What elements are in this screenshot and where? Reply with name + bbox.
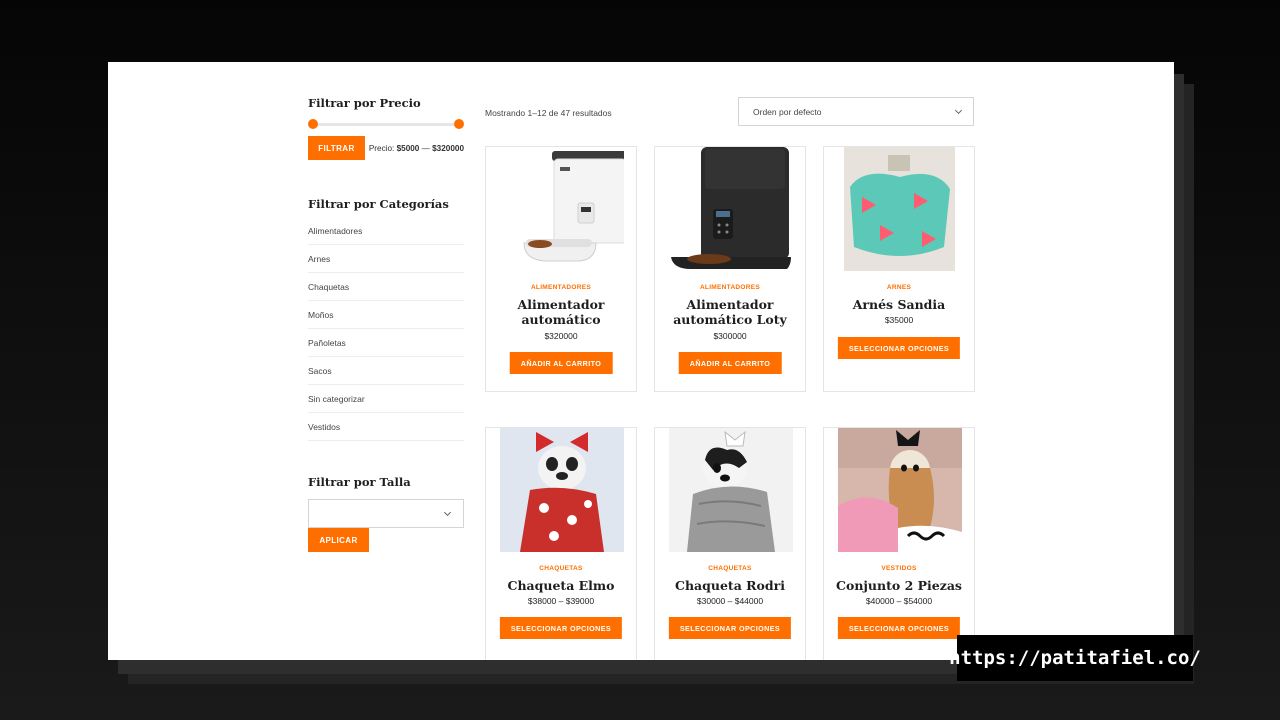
add-to-cart-button[interactable]: AÑADIR AL CARRITO	[678, 352, 782, 374]
browser-viewport: Filtrar por Precio FILTRAR Precio: $5000…	[108, 62, 1174, 660]
price-max: $320000	[432, 143, 464, 153]
product-price: $35000	[884, 315, 914, 325]
product-image[interactable]	[500, 147, 624, 271]
product-name[interactable]: Alimentador automático	[492, 297, 630, 327]
category-item[interactable]: Chaquetas	[308, 273, 464, 301]
product-category[interactable]: CHAQUETAS	[486, 565, 636, 572]
product-image[interactable]	[838, 428, 962, 552]
add-to-cart-button[interactable]: AÑADIR AL CARRITO	[509, 352, 613, 374]
slider-range	[312, 123, 460, 126]
size-filter-title: Filtrar por Talla	[308, 475, 411, 489]
product-card[interactable]: ALIMENTADORES Alimentador automático Lot…	[654, 146, 806, 392]
product-category[interactable]: ALIMENTADORES	[486, 284, 636, 291]
product-image[interactable]	[669, 428, 793, 552]
product-card[interactable]: CHAQUETAS Chaqueta Elmo $38000 – $39000 …	[485, 427, 637, 660]
category-item[interactable]: Sacos	[308, 357, 464, 385]
results-count: Mostrando 1–12 de 47 resultados	[485, 108, 612, 118]
dog-pink-dress-image	[838, 428, 962, 552]
product-name[interactable]: Alimentador automático Loty	[661, 297, 799, 327]
white-feeder-image	[523, 151, 624, 262]
slider-handle-max[interactable]	[454, 119, 464, 129]
orderby-select[interactable]: Orden por defecto	[738, 97, 974, 126]
product-image[interactable]	[669, 147, 793, 271]
black-feeder-image	[671, 147, 791, 269]
product-name[interactable]: Conjunto 2 Piezas	[830, 578, 968, 593]
category-item[interactable]: Pañoletas	[308, 329, 464, 357]
product-card[interactable]: ALIMENTADORES Alimentador automático $32…	[485, 146, 637, 392]
select-options-button[interactable]: SELECCIONAR OPCIONES	[837, 617, 961, 639]
price-filter-title: Filtrar por Precio	[308, 96, 421, 110]
price-min: $5000	[396, 143, 420, 153]
price-filter-row: FILTRAR Precio: $5000 — $320000	[308, 136, 464, 160]
product-name[interactable]: Chaqueta Elmo	[492, 578, 630, 593]
size-select[interactable]	[308, 499, 464, 528]
product-category[interactable]: CHAQUETAS	[655, 565, 805, 572]
chevron-down-icon	[443, 508, 452, 517]
price-separator: —	[419, 143, 433, 153]
product-card[interactable]: VESTIDOS Conjunto 2 Piezas $40000 – $540…	[823, 427, 975, 660]
orderby-value: Orden por defecto	[753, 106, 822, 117]
select-options-button[interactable]: SELECCIONAR OPCIONES	[837, 337, 961, 359]
category-item[interactable]: Sin categorizar	[308, 385, 464, 413]
url-badge: https://patitafiel.co/	[949, 635, 1201, 681]
product-price: $320000	[544, 331, 578, 341]
category-item[interactable]: Moños	[308, 301, 464, 329]
filter-button[interactable]: FILTRAR	[308, 136, 365, 160]
price-slider[interactable]	[308, 118, 464, 130]
product-image[interactable]	[500, 428, 624, 552]
category-item[interactable]: Arnes	[308, 245, 464, 273]
product-category[interactable]: VESTIDOS	[824, 565, 974, 572]
slider-handle-min[interactable]	[308, 119, 318, 129]
category-list: Alimentadores Arnes Chaquetas Moños Paño…	[308, 217, 464, 441]
category-filter-title: Filtrar por Categorías	[308, 197, 449, 211]
price-prefix: Precio:	[368, 143, 395, 153]
category-item[interactable]: Alimentadores	[308, 217, 464, 245]
apply-button[interactable]: APLICAR	[308, 528, 369, 552]
category-item[interactable]: Vestidos	[308, 413, 464, 441]
sidebar: Filtrar por Precio FILTRAR Precio: $5000…	[308, 96, 464, 552]
product-image[interactable]	[844, 147, 955, 271]
dog-gray-hoodie-image	[669, 428, 793, 552]
product-price: $38000 – $39000	[527, 596, 595, 606]
product-card[interactable]: ARNES Arnés Sandia $35000 SELECCIONAR OP…	[823, 146, 975, 392]
watermelon-harness-image	[844, 147, 955, 271]
price-range-label: Precio: $5000 — $320000	[369, 144, 464, 153]
product-price: $300000	[713, 331, 747, 341]
dog-red-jacket-image	[500, 428, 624, 552]
product-category[interactable]: ARNES	[824, 284, 974, 291]
product-name[interactable]: Arnés Sandia	[830, 297, 968, 312]
product-price: $40000 – $54000	[865, 596, 933, 606]
product-category[interactable]: ALIMENTADORES	[655, 284, 805, 291]
select-options-button[interactable]: SELECCIONAR OPCIONES	[499, 617, 623, 639]
product-name[interactable]: Chaqueta Rodri	[661, 578, 799, 593]
select-options-button[interactable]: SELECCIONAR OPCIONES	[668, 617, 792, 639]
product-card[interactable]: CHAQUETAS Chaqueta Rodri $30000 – $44000…	[654, 427, 806, 660]
chevron-down-icon	[954, 106, 963, 115]
product-price: $30000 – $44000	[696, 596, 764, 606]
